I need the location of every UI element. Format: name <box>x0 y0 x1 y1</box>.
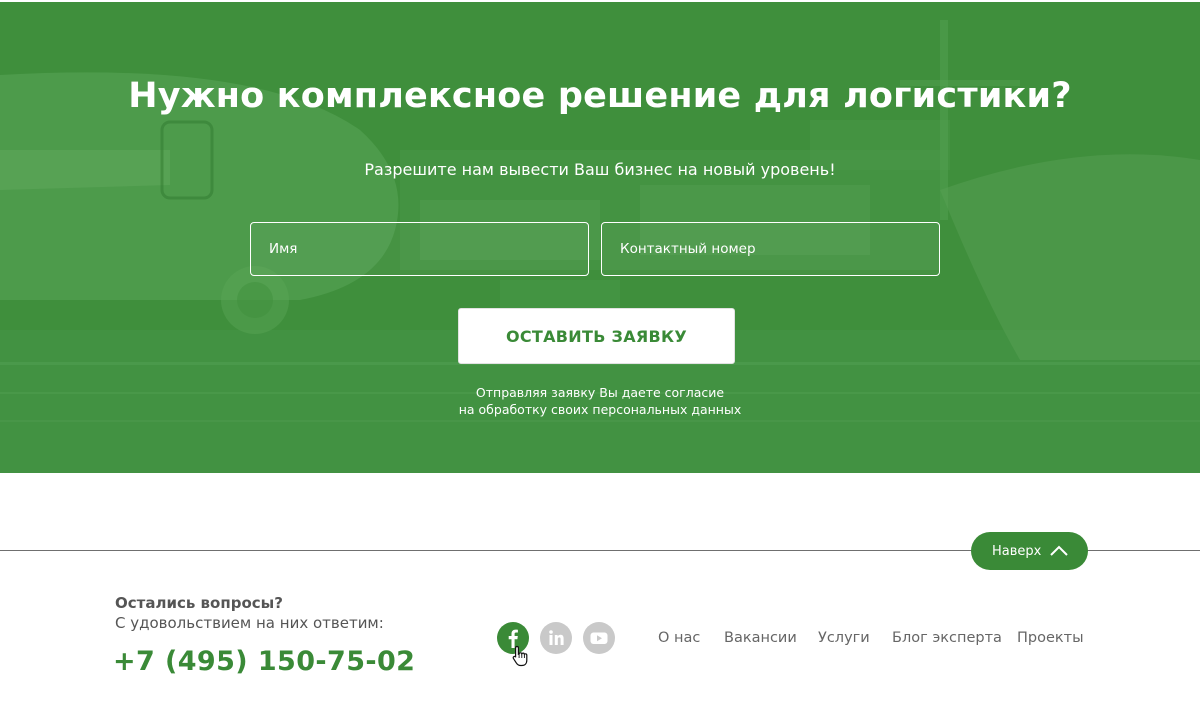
nav-item-vacancies[interactable]: Вакансии <box>724 628 797 648</box>
phone-input[interactable] <box>602 223 939 275</box>
consent-line-1: Отправляя заявку Вы даете согласие <box>475 385 725 400</box>
section-heading: Нужно комплексное решение для логистики? <box>128 76 1072 116</box>
questions-title: Остались вопросы? <box>115 594 283 612</box>
youtube-icon <box>583 622 615 654</box>
consent-line-2: на обработку своих персональных данных <box>458 402 742 417</box>
questions-subtitle: С удовольствием на них ответим: <box>115 614 384 632</box>
scroll-to-top-button[interactable]: Наверх <box>971 532 1088 570</box>
linkedin-link[interactable] <box>540 622 572 654</box>
hand-cursor-icon <box>512 645 528 667</box>
consent-note: Отправляя заявку Вы даете согласие на об… <box>0 384 1200 418</box>
phone-field[interactable] <box>601 222 940 276</box>
scroll-to-top-label: Наверх <box>992 543 1042 559</box>
phone-link[interactable]: +7 (495) 150-75-02 <box>113 644 415 680</box>
nav-item-about[interactable]: О нас <box>658 628 700 648</box>
section-subtitle: Разрешите нам вывести Ваш бизнес на новы… <box>364 160 836 179</box>
youtube-link[interactable] <box>583 622 615 654</box>
nav-item-expert-blog[interactable]: Блог эксперта <box>892 628 1002 648</box>
cta-section: Нужно комплексное решение для логистики?… <box>0 0 1200 473</box>
chevron-up-icon <box>1050 545 1068 556</box>
name-input[interactable] <box>251 223 588 275</box>
name-field[interactable] <box>250 222 589 276</box>
linkedin-icon <box>540 622 572 654</box>
nav-item-projects[interactable]: Проекты <box>1017 628 1084 648</box>
submit-request-button[interactable]: ОСТАВИТЬ ЗАЯВКУ <box>458 308 735 364</box>
nav-item-services[interactable]: Услуги <box>818 628 870 648</box>
